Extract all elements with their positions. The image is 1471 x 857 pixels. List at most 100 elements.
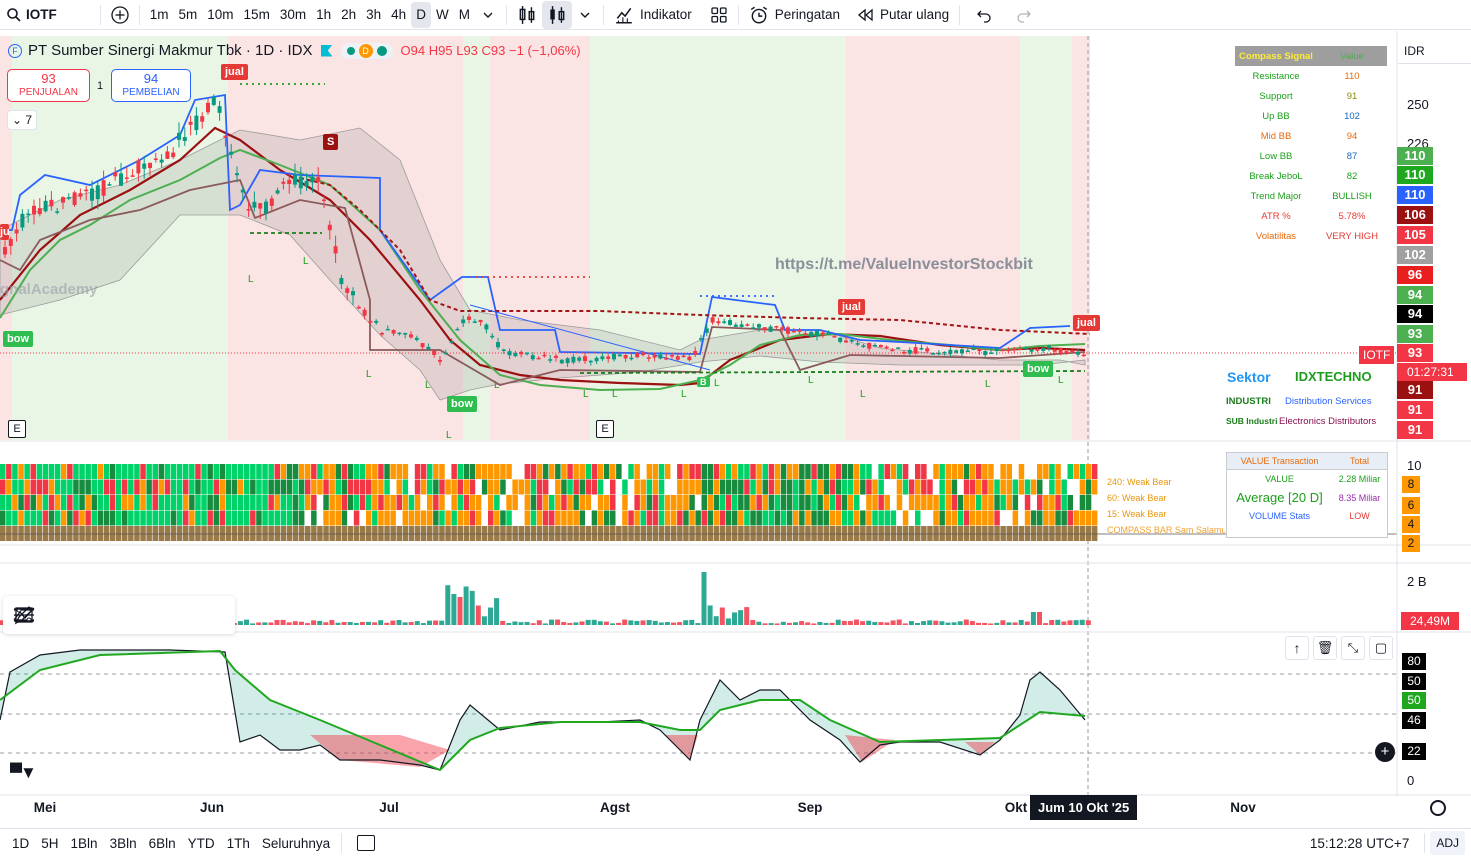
currency-label[interactable]: IDR [1398,40,1471,64]
flag-icon[interactable] [320,44,333,57]
replay-button[interactable]: Putar ulang [851,0,954,30]
buy-signal-label[interactable]: bow [447,396,477,412]
date-range-calendar-icon[interactable] [357,835,376,851]
compass-cell [91,495,97,510]
collapse-icon[interactable]: ⤡ [1341,636,1365,660]
interval-M[interactable]: M [454,0,475,30]
indicators-button[interactable]: Indikator [609,0,697,30]
compass-cell [207,526,213,541]
volume-bar [597,621,603,625]
compass-cell [1055,510,1061,526]
earnings-marker[interactable]: E [8,420,26,438]
range-YTD[interactable]: YTD [182,836,221,851]
trash-icon[interactable]: 🗑 [1313,636,1337,660]
compass-cell [591,510,598,526]
candle-body [525,352,529,355]
range-6Bln[interactable]: 6Bln [143,836,182,851]
range-3Bln[interactable]: 3Bln [104,836,143,851]
volume-bar [786,622,792,625]
compass-cell [451,479,457,495]
compass-cell [134,464,140,479]
volume-bar [549,619,554,625]
compass-cell [48,510,55,526]
range-1Bln[interactable]: 1Bln [65,836,104,851]
sell-button[interactable]: 93 PENJUALAN [7,69,90,102]
earnings-marker[interactable]: E [596,420,614,438]
volume-bar [658,622,664,625]
compass-cell [847,479,854,495]
candle-body [264,201,268,214]
time-axis[interactable]: Mei Jun Jul Agst Sep Okt Nov [0,796,1395,820]
interval-4h[interactable]: 4h [386,0,411,30]
candle-body [554,355,558,358]
compass-cell [640,526,646,541]
sell-signal-label[interactable]: jual [1073,315,1100,331]
interval-dropdown[interactable] [475,0,501,30]
buy-signal-label[interactable]: bow [3,331,33,347]
s-signal-label[interactable]: S [323,134,339,150]
compass-cell [921,479,927,495]
undo-button[interactable] [971,0,997,30]
interval-3h[interactable]: 3h [361,0,386,30]
buy-button[interactable]: 94 PEMBELIAN [111,69,191,102]
range-1D[interactable]: 1D [6,836,35,851]
sell-signal-label[interactable]: jual [838,299,865,315]
range-1Th[interactable]: 1Th [221,836,256,851]
compass-row-value: 82 [1346,170,1358,182]
adj-toggle[interactable]: ADJ [1430,831,1465,855]
layout-button[interactable] [705,0,733,30]
value-header-total: Total [1349,456,1369,466]
interval-W[interactable]: W [431,0,454,30]
compass-row: Mid BB 94 [1235,126,1387,146]
status-pills[interactable]: D [340,42,393,59]
chart-type-dropdown[interactable] [572,0,598,30]
maximize-icon[interactable]: ▢ [1369,636,1393,660]
interval-D[interactable]: D [411,1,431,28]
symbol-search[interactable]: IOTF [0,0,62,30]
interval-5m[interactable]: 5m [174,0,203,30]
compass-cell [73,464,79,479]
compare-button[interactable] [106,0,134,30]
volume-bar [1012,622,1018,625]
sell-price: 93 [41,71,56,86]
compass-cell [79,526,85,541]
compass-cell [835,464,842,479]
tradingview-logo-icon[interactable]: ▀▼ [10,763,37,783]
interval-1h[interactable]: 1h [311,0,336,30]
compass-cell [115,510,122,526]
redo-button[interactable] [1011,0,1037,30]
compass-cell [915,479,921,495]
legend-title[interactable]: PT Sumber Sinergi Makmur Tbk · 1D · IDX [28,42,313,59]
compass-cell [494,464,500,479]
settings-gear-icon[interactable] [1430,800,1446,816]
compass-cell [707,464,714,479]
interval-30m[interactable]: 30m [275,0,311,30]
buy-signal-label[interactable]: bow [1023,361,1053,377]
interval-15m[interactable]: 15m [239,0,275,30]
clock-timezone[interactable]: 15:12:28 UTC+7 [1310,836,1409,851]
b-signal-label[interactable]: B [697,377,710,387]
candle-chart-type-button[interactable] [541,0,572,29]
volume-bar [366,621,371,625]
alerts-button[interactable]: Peringatan [744,0,845,30]
compass-cell [750,479,756,495]
candle-body [878,344,883,348]
range-Seluruhnya[interactable]: Seluruhnya [256,836,336,851]
range-5H[interactable]: 5H [35,836,64,851]
compass-cell [579,495,585,510]
compass-cell [713,526,720,541]
interval-1m[interactable]: 1m [145,0,174,30]
bar-chart-type-button[interactable] [512,0,542,30]
menu-lines-icon[interactable] [9,600,39,630]
indicators-collapse-button[interactable]: ⌄ 7 [7,110,37,130]
arrow-up-icon[interactable]: ↑ [1285,636,1309,660]
compass-cell [988,479,994,495]
interval-10m[interactable]: 10m [202,0,238,30]
interval-2h[interactable]: 2h [336,0,361,30]
compass-cell [67,510,73,526]
sell-signal-label[interactable]: jual [221,64,248,80]
sell-signal-label-partial[interactable]: jual [0,224,9,240]
compass-cell [530,495,537,510]
compass-cell [524,510,531,526]
add-plus-icon[interactable]: + [1375,742,1395,762]
